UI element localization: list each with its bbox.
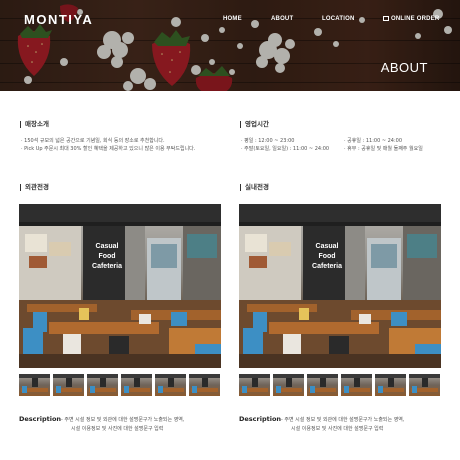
store-intro-line: · 150석 규모의 넓은 공간으로 기념일, 회식 등의 장소로 추천합니다.: [21, 138, 165, 144]
thumbnail[interactable]: [53, 374, 84, 396]
sign-line: Casual: [95, 243, 119, 250]
thumbnail[interactable]: [273, 374, 304, 396]
page-title: ABOUT: [380, 60, 428, 75]
photo-sign: Casual Food Cafeteria: [87, 242, 127, 272]
hours-weekday: · 평일 : 12:00 ~ 23:00: [241, 138, 295, 144]
interior-description-line: 시설 이용정보 및 사진에 대한 설명문구 입력: [291, 426, 384, 432]
hours-closed: · 휴무 : 공휴일 및 매월 둘째주 월요일: [344, 146, 423, 152]
photo-sign: Casual Food Cafeteria: [307, 242, 347, 272]
thumbnail[interactable]: [87, 374, 118, 396]
interior-title: 실내전경: [240, 184, 269, 191]
interior-photo[interactable]: Casual Food Cafeteria: [239, 204, 441, 368]
nav-about[interactable]: ABOUT: [271, 16, 293, 22]
exterior-title: 외관전경: [20, 184, 49, 191]
main-nav: HOME ABOUT LOCATION ONLINE ORDER: [0, 16, 460, 28]
thumbnail[interactable]: [121, 374, 152, 396]
thumbnail[interactable]: [239, 374, 270, 396]
nav-online-order[interactable]: ONLINE ORDER: [383, 16, 439, 22]
exterior-description-line: 시설 이용정보 및 사진에 대한 설명문구 입력: [71, 426, 164, 432]
thumbnail[interactable]: [155, 374, 186, 396]
nav-online-order-label: ONLINE ORDER: [391, 16, 440, 22]
exterior-description-line: - 주변 시설 정보 및 외관에 대한 설명문구가 노출되는 영역,: [61, 417, 185, 423]
thumbnail[interactable]: [409, 374, 440, 396]
nav-home[interactable]: HOME: [223, 16, 242, 22]
hero-banner: MONTIYA HOME ABOUT LOCATION ONLINE ORDER…: [0, 0, 460, 91]
thumbnail[interactable]: [189, 374, 220, 396]
interior-description-label: Description: [239, 415, 282, 423]
exterior-photo[interactable]: Casual Food Cafeteria: [19, 204, 221, 368]
sign-line: Casual: [315, 243, 339, 250]
nav-location[interactable]: LOCATION: [322, 16, 355, 22]
sign-line: Cafeteria: [92, 263, 122, 270]
thumbnail[interactable]: [341, 374, 372, 396]
interior-thumbnails: [239, 374, 441, 396]
exterior-thumbnails: [19, 374, 221, 396]
sign-line: Cafeteria: [312, 263, 342, 270]
sign-line: Food: [98, 253, 116, 260]
cart-icon: [383, 16, 389, 21]
hours-weekend: · 주말(토요일, 일요일) : 11:00 ~ 24:00: [241, 146, 330, 152]
exterior-description-label: Description: [19, 415, 62, 423]
thumbnail[interactable]: [307, 374, 338, 396]
store-intro-line: · Pick Up 주문시 최대 30% 할인 혜택을 제공하고 있으니 많은 …: [21, 146, 196, 152]
sign-line: Food: [318, 253, 336, 260]
hours-title: 영업시간: [240, 121, 269, 128]
interior-description-line: - 주변 시설 정보 및 외관에 대한 설명문구가 노출되는 영역,: [281, 417, 405, 423]
thumbnail[interactable]: [19, 374, 50, 396]
hours-holiday: · 공휴일 : 11:00 ~ 24:00: [344, 138, 403, 144]
thumbnail[interactable]: [375, 374, 406, 396]
store-intro-title: 매장소개: [20, 121, 49, 128]
